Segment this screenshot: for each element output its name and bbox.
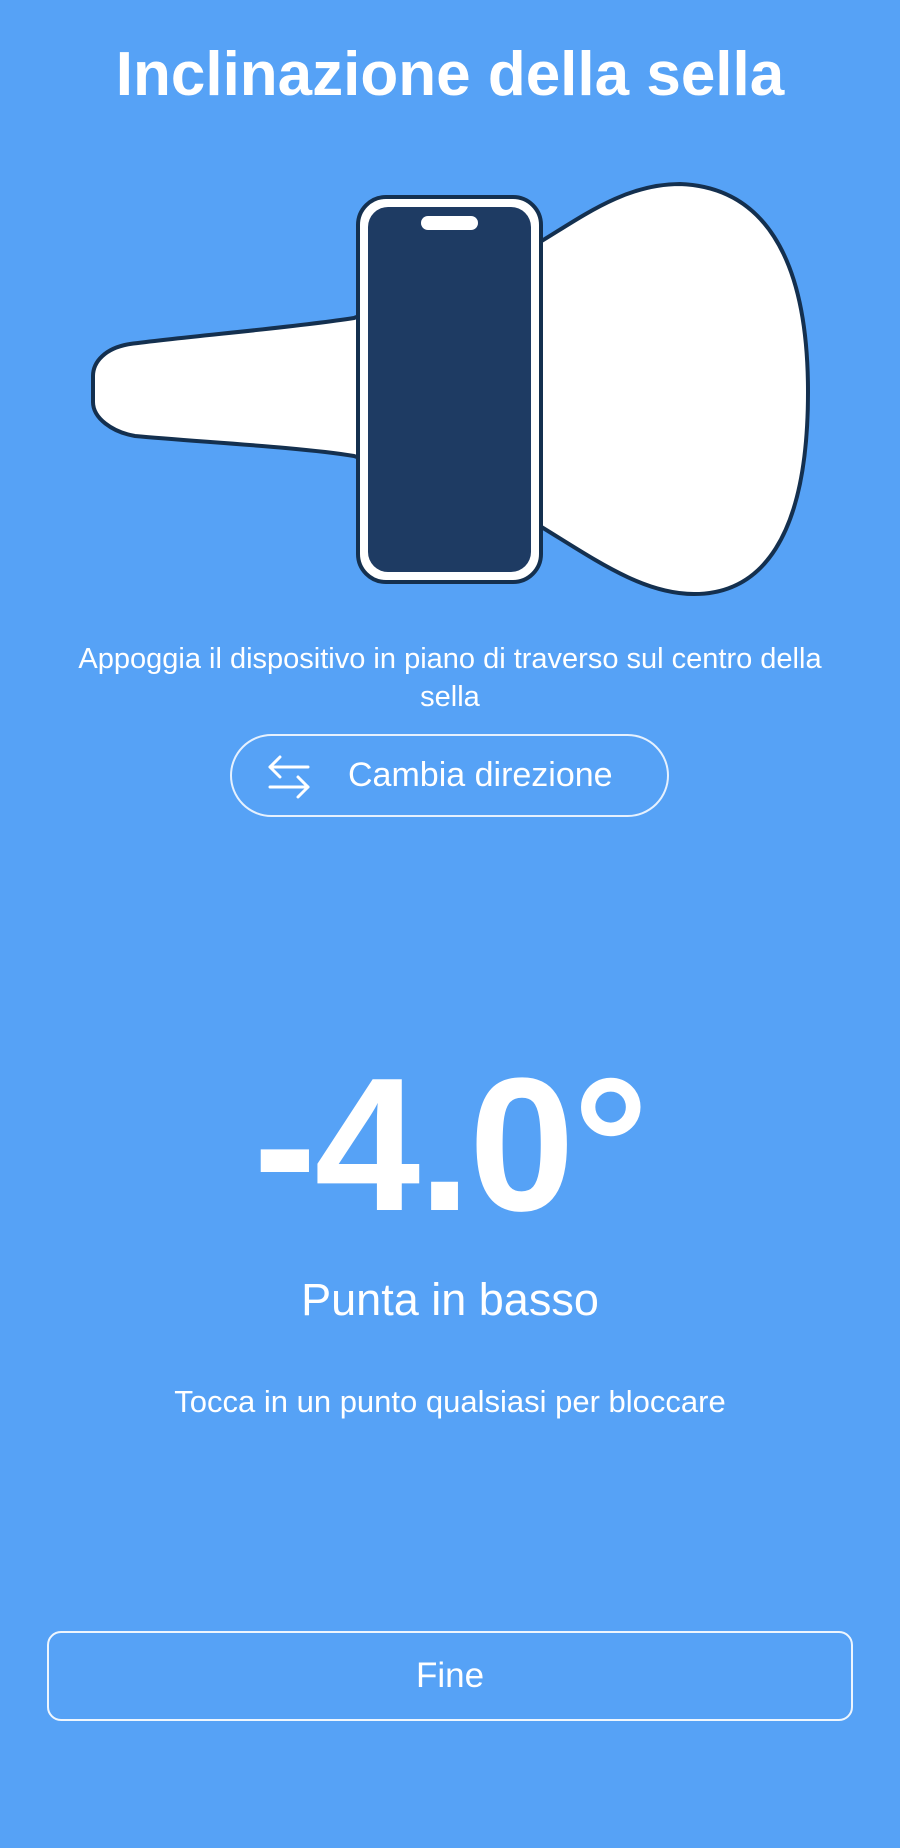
switch-direction-button[interactable]: Cambia direzione	[230, 734, 669, 817]
phone-screen	[368, 207, 531, 572]
lock-hint: Tocca in un punto qualsiasi per bloccare	[174, 1384, 726, 1419]
angle-readout: -4.0°	[253, 1039, 648, 1251]
phone-notch	[421, 216, 478, 230]
switch-direction-label: Cambia direzione	[348, 756, 613, 794]
swap-arrows-icon	[268, 755, 310, 799]
done-button[interactable]: Fine	[47, 1631, 853, 1721]
direction-label: Punta in basso	[301, 1274, 599, 1325]
tap-to-lock-area[interactable]: Inclinazione della sella Appoggia il dis…	[0, 0, 900, 1848]
instruction-text: Appoggia il dispositivo in piano di trav…	[78, 643, 822, 713]
phone-on-saddle-illustration	[91, 182, 810, 596]
